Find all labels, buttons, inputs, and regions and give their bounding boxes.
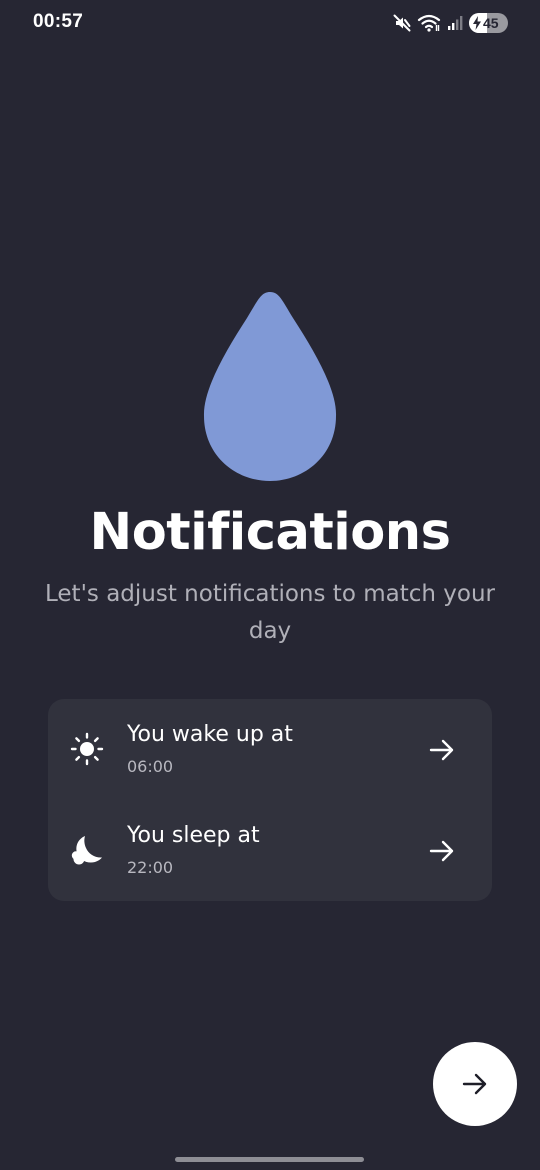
bolt-icon	[473, 16, 481, 30]
arrow-right-icon[interactable]	[428, 837, 456, 865]
wake-up-time: 06:00	[127, 757, 174, 776]
wifi-icon	[417, 14, 441, 32]
sleep-row[interactable]: You sleep at 22:00	[48, 800, 492, 901]
mute-icon	[393, 14, 411, 32]
signal-icon	[447, 15, 463, 31]
battery-level: 45	[483, 15, 499, 31]
home-indicator[interactable]	[175, 1157, 364, 1162]
sun-icon	[70, 732, 104, 766]
wake-up-label: You wake up at	[127, 722, 293, 747]
next-button[interactable]	[433, 1042, 517, 1126]
moon-icon	[71, 836, 102, 865]
schedule-card: You wake up at 06:00 You sleep at 22:00	[48, 699, 492, 901]
status-time: 00:57	[33, 11, 84, 32]
arrow-right-icon[interactable]	[428, 736, 456, 764]
wake-up-row[interactable]: You wake up at 06:00	[48, 699, 492, 800]
page-subtitle: Let's adjust notifications to match your…	[45, 581, 495, 644]
status-bar: 00:57 45	[0, 0, 540, 44]
water-drop-icon	[203, 292, 337, 481]
sleep-time: 22:00	[127, 858, 174, 877]
arrow-right-icon	[462, 1073, 487, 1095]
battery-charging-icon: 45	[469, 13, 508, 33]
page-title: Notifications	[89, 503, 451, 562]
sleep-label: You sleep at	[127, 823, 260, 848]
status-icons: 45	[393, 12, 508, 34]
